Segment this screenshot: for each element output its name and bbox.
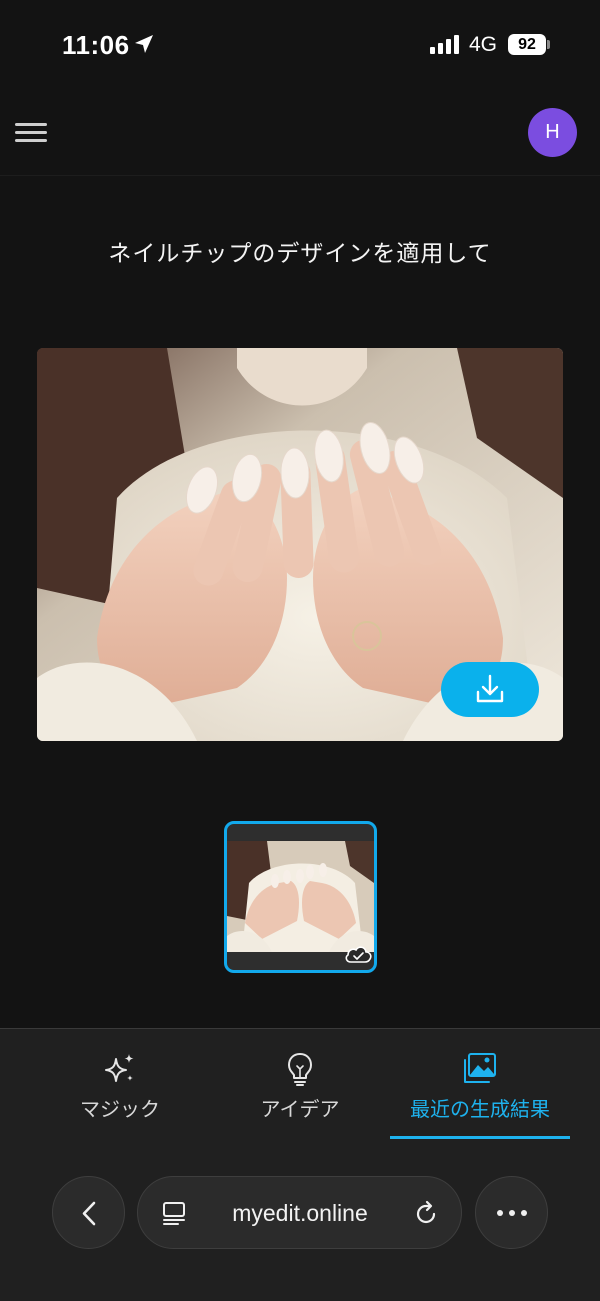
tab-magic-label: マジック	[80, 1097, 160, 1121]
more-dots-icon	[497, 1210, 527, 1216]
battery-cap	[547, 40, 550, 49]
browser-toolbar: myedit.online	[0, 1150, 600, 1301]
hamburger-menu-icon[interactable]	[12, 118, 50, 148]
battery-icon: 92	[508, 34, 546, 55]
app-screen: 11:06 4G 92 H ネイルチップのデザインを適用して マジック アイデア…	[0, 0, 600, 1301]
tab-idea[interactable]: アイデア	[210, 1029, 390, 1151]
sparkles-icon	[105, 1054, 134, 1082]
battery-level: 92	[518, 36, 536, 53]
tab-idea-label: アイデア	[260, 1097, 340, 1121]
bottom-tab-bar: マジック アイデア 最近の生成結果	[0, 1028, 600, 1150]
app-header: H	[0, 90, 600, 176]
lightbulb-icon	[288, 1053, 312, 1086]
back-chevron-icon	[82, 1201, 96, 1226]
download-button[interactable]	[441, 662, 539, 717]
back-button[interactable]	[52, 1176, 125, 1249]
cloud-check-icon	[345, 946, 372, 963]
active-tab-indicator	[390, 1136, 570, 1139]
status-time: 11:06	[62, 30, 130, 60]
signal-bars-icon	[430, 35, 459, 54]
location-arrow-icon	[135, 35, 153, 53]
tab-recent-results[interactable]: 最近の生成結果	[390, 1029, 570, 1151]
url-bar[interactable]: myedit.online	[137, 1176, 462, 1249]
avatar[interactable]: H	[528, 108, 577, 157]
page-title: ネイルチップのデザインを適用して	[108, 241, 492, 267]
reader-icon	[163, 1202, 185, 1225]
tab-magic[interactable]: マジック	[30, 1029, 210, 1151]
download-icon	[476, 674, 504, 703]
result-thumbnail[interactable]	[224, 821, 377, 973]
network-type: 4G	[469, 33, 498, 56]
tab-recent-results-label: 最近の生成結果	[410, 1097, 550, 1121]
reload-icon[interactable]	[411, 1198, 441, 1228]
more-button[interactable]	[475, 1176, 548, 1249]
url-text: myedit.online	[232, 1200, 368, 1226]
status-bar: 11:06 4G 92	[0, 0, 600, 90]
images-icon	[464, 1053, 496, 1083]
thumbnail-image	[227, 841, 374, 952]
